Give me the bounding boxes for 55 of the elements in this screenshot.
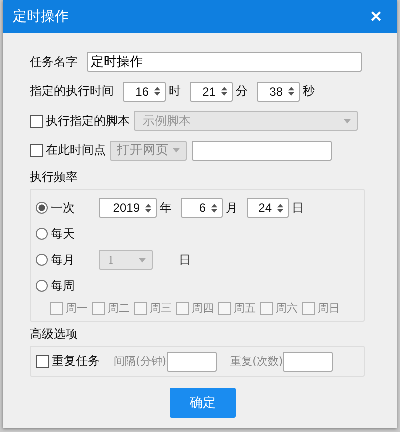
weekday-label: 周五 bbox=[234, 300, 256, 316]
date-unit-label: 年 bbox=[160, 200, 172, 216]
frequency-label: 执行频率 bbox=[30, 169, 79, 186]
frequency-option-label: 每月 bbox=[51, 252, 76, 268]
script-label: 执行指定的脚本 bbox=[46, 112, 130, 130]
task-name-label: 任务名字 bbox=[30, 54, 78, 70]
interval-label: 间隔(分钟) bbox=[114, 354, 167, 369]
time-point-label: 在此时间点 bbox=[46, 142, 106, 159]
task-name-field[interactable]: 定时操作 bbox=[87, 52, 362, 72]
spinner-arrows-icon[interactable] bbox=[211, 202, 218, 214]
spinner-arrows-icon[interactable] bbox=[288, 86, 295, 97]
caret-icon bbox=[139, 258, 146, 262]
exec-time-label: 指定的执行时间 bbox=[30, 83, 114, 100]
close-button[interactable]: ✕ bbox=[366, 8, 387, 26]
weekday-label: 周四 bbox=[192, 300, 214, 316]
time-spinbox[interactable]: 21 bbox=[190, 82, 233, 102]
radio-button[interactable] bbox=[36, 228, 48, 240]
script-checkbox[interactable] bbox=[30, 114, 43, 128]
weekday-label: 周一 bbox=[66, 300, 88, 316]
frequency-option-label: 每天 bbox=[51, 226, 76, 242]
advanced-label: 高级选项 bbox=[30, 326, 79, 343]
time-unit-label: 秒 bbox=[303, 83, 315, 100]
url-field[interactable] bbox=[192, 140, 332, 160]
count-label: 重复(次数) bbox=[230, 354, 284, 369]
weekday-label: 周三 bbox=[150, 300, 172, 316]
date-unit-label: 月 bbox=[226, 200, 238, 216]
date-spinbox[interactable]: 2019 bbox=[99, 198, 157, 218]
window-title: 定时操作 bbox=[13, 8, 69, 26]
frequency-option-label: 每周 bbox=[51, 278, 76, 294]
date-spinbox[interactable]: 24 bbox=[247, 198, 289, 218]
radio-button[interactable] bbox=[36, 254, 48, 266]
spinner-arrows-icon[interactable] bbox=[154, 86, 161, 97]
weekday-label: 周六 bbox=[276, 300, 298, 316]
repeat-checkbox[interactable] bbox=[36, 355, 49, 368]
radio-button[interactable] bbox=[36, 280, 48, 292]
spinner-arrows-icon[interactable] bbox=[145, 202, 152, 214]
date-spinbox[interactable]: 6 bbox=[181, 198, 223, 218]
time-unit-label: 时 bbox=[169, 83, 181, 100]
weekday-label: 周二 bbox=[108, 300, 130, 316]
count-field[interactable] bbox=[283, 352, 334, 372]
date-unit-label: 日 bbox=[292, 200, 304, 216]
time-spinbox[interactable]: 16 bbox=[123, 82, 166, 102]
time-point-checkbox[interactable] bbox=[30, 144, 43, 157]
caret-icon bbox=[173, 148, 180, 153]
day-unit-label: 日 bbox=[179, 252, 191, 268]
spinner-arrows-icon[interactable] bbox=[221, 86, 228, 97]
spinner-arrows-icon[interactable] bbox=[277, 202, 284, 214]
weekday-label: 周日 bbox=[318, 300, 340, 316]
frequency-option-label: 一次 bbox=[51, 200, 76, 216]
radio-button[interactable] bbox=[36, 202, 48, 214]
caret-icon bbox=[344, 118, 351, 124]
interval-field[interactable] bbox=[166, 352, 217, 372]
time-unit-label: 分 bbox=[236, 83, 248, 100]
time-spinbox[interactable]: 38 bbox=[257, 82, 300, 102]
repeat-label: 重复任务 bbox=[52, 353, 100, 370]
